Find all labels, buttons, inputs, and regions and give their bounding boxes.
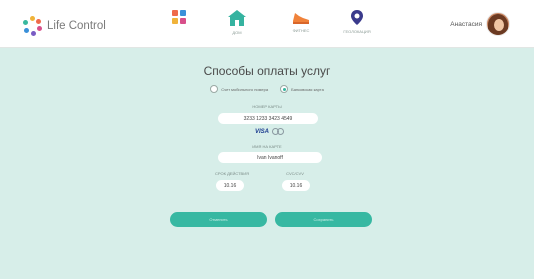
- brand-logo[interactable]: Life Control: [22, 16, 106, 36]
- nav-geolocation-label: ГЕОЛОКАЦИЯ: [343, 29, 371, 34]
- brand-name: Life Control: [47, 20, 106, 32]
- visa-logo: VISA: [255, 128, 270, 135]
- mastercard-icon: [272, 128, 285, 135]
- card-number-label: НОМЕР КАРТЫ: [252, 104, 282, 109]
- brand-ring-icon: [22, 16, 42, 36]
- page-title: Способы оплаты услуг: [203, 64, 331, 78]
- user-name: Анастасия: [450, 20, 482, 28]
- card-holder-input[interactable]: [218, 152, 322, 163]
- option-mobile-account[interactable]: Счет мобильного номера: [210, 85, 268, 93]
- nav-geolocation[interactable]: ГЕОЛОКАЦИЯ: [332, 9, 382, 34]
- nav-home-label: ДОМ: [232, 30, 242, 35]
- nav-fitness[interactable]: ФИТНЕС: [276, 9, 326, 33]
- location-pin-icon: [351, 10, 363, 25]
- payment-method-options: Счет мобильного номера Банковская карта: [0, 85, 534, 93]
- cancel-button[interactable]: Отменить: [170, 212, 267, 227]
- card-number-input[interactable]: [218, 113, 318, 124]
- nav-fitness-label: ФИТНЕС: [292, 28, 310, 33]
- save-button[interactable]: Сохранить: [275, 212, 372, 227]
- card-brands: VISA: [255, 128, 285, 135]
- user-menu[interactable]: Анастасия: [450, 12, 510, 36]
- avatar: [486, 12, 510, 36]
- cvc-input[interactable]: [282, 180, 310, 191]
- expiry-label: СРОК ДЕЙСТВИЯ: [215, 171, 249, 176]
- nav-apps[interactable]: [154, 9, 204, 25]
- radio-mobile-account[interactable]: [210, 85, 219, 93]
- option-bank-card-label: Банковская карта: [291, 86, 324, 92]
- apps-grid-icon: [172, 10, 186, 24]
- option-mobile-account-label: Счет мобильного номера: [221, 86, 269, 92]
- cvc-label: CVC/CVV: [286, 171, 304, 176]
- sneaker-icon: [293, 13, 309, 24]
- top-header: Life Control ДОМ ФИТНЕС ГЕОЛОКАЦИЯ Анаст…: [0, 0, 534, 48]
- nav-home[interactable]: ДОМ: [212, 9, 262, 35]
- expiry-input[interactable]: [216, 180, 244, 191]
- payment-panel: Способы оплаты услуг Счет мобильного ном…: [0, 48, 534, 279]
- card-holder-label: ИМЯ НА КАРТЕ: [252, 144, 282, 149]
- home-icon: [228, 10, 246, 26]
- option-bank-card[interactable]: Банковская карта: [280, 85, 324, 93]
- radio-bank-card[interactable]: [280, 85, 289, 93]
